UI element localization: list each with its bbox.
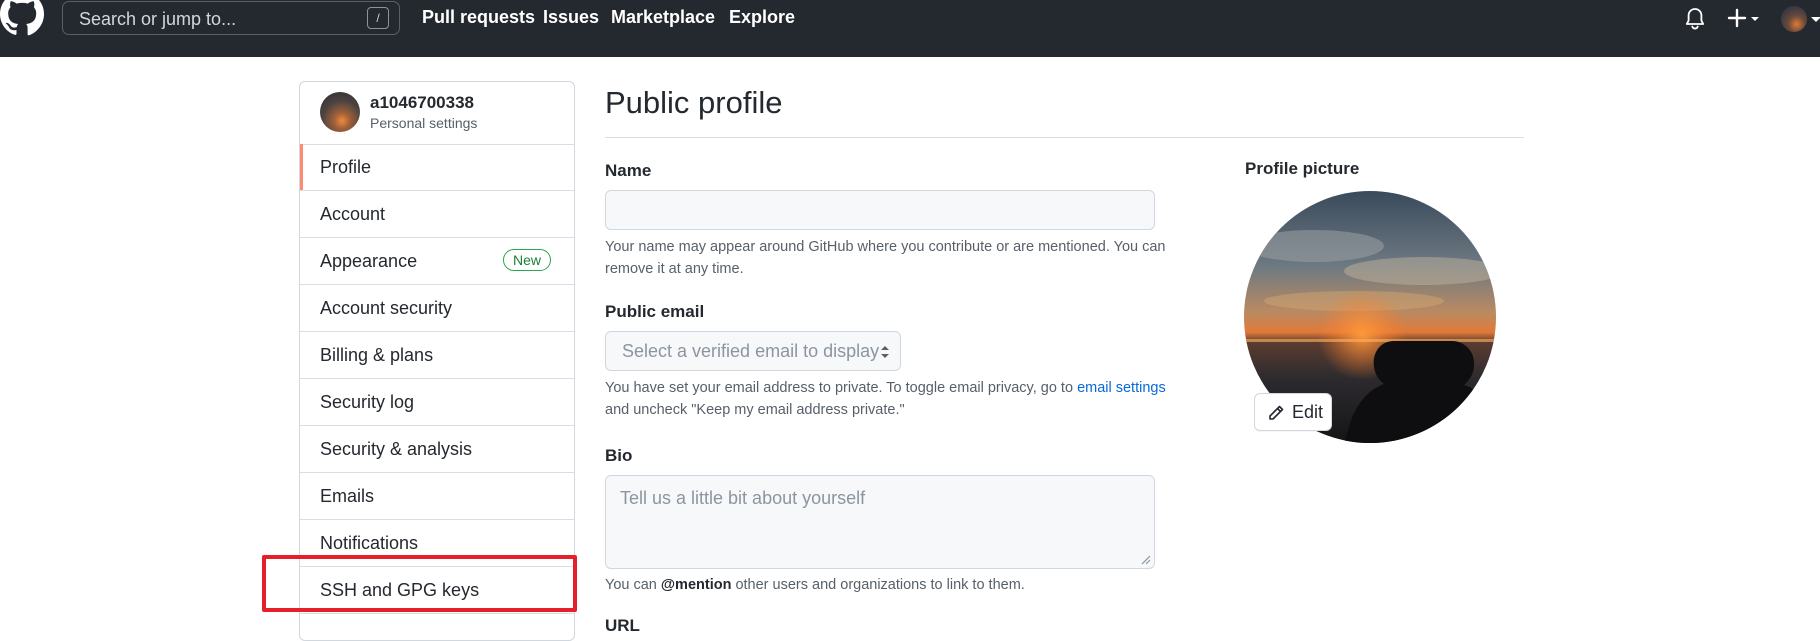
email-help-text: You have set your email address to priva… <box>605 377 1205 421</box>
select-placeholder: Select a verified email to display <box>622 341 880 361</box>
divider <box>605 137 1524 138</box>
bell-icon[interactable] <box>1684 7 1706 31</box>
avatar <box>1781 6 1807 32</box>
name-help-text: Your name may appear around GitHub where… <box>605 239 1166 277</box>
mention-text: @mention <box>660 577 732 593</box>
top-header: / Pull requests Issues Marketplace Explo… <box>0 0 1820 57</box>
sidebar-item-label: Billing & plans <box>320 345 434 365</box>
personal-settings-label: Personal settings <box>370 115 478 131</box>
username: a1046700338 <box>370 93 475 112</box>
nav-pull-requests[interactable]: Pull requests <box>422 7 535 28</box>
avatar <box>320 92 360 132</box>
sidebar-item-account-security[interactable]: Account security <box>300 285 574 332</box>
sidebar-item-label: Security & analysis <box>320 439 473 459</box>
bio-help-pre: You can <box>605 577 661 593</box>
create-new-menu[interactable] <box>1727 7 1767 31</box>
search-input[interactable] <box>77 5 381 33</box>
sidebar-item-security-analysis[interactable]: Security & analysis <box>300 426 574 473</box>
email-settings-link[interactable]: email settings <box>1077 380 1166 396</box>
user-menu[interactable] <box>1781 6 1820 32</box>
nav-issues[interactable]: Issues <box>543 7 599 28</box>
sidebar-item-appearance[interactable]: Appearance New <box>300 238 574 285</box>
name-field[interactable] <box>605 190 1155 230</box>
search-box[interactable]: / <box>62 1 400 35</box>
nav-explore[interactable]: Explore <box>729 7 795 28</box>
select-arrows-icon <box>881 346 889 358</box>
sidebar-item-label: Notifications <box>320 533 419 553</box>
sidebar-item-label: Profile <box>320 157 372 177</box>
edit-profile-picture-button[interactable]: Edit <box>1254 393 1332 431</box>
sidebar-item-label: Account security <box>320 298 453 318</box>
github-logo-icon[interactable] <box>0 0 44 40</box>
bio-help-text: You can @mention other users and organiz… <box>605 574 1205 596</box>
url-label: URL <box>605 616 640 635</box>
new-badge: New <box>503 249 552 271</box>
sidebar-item-billing[interactable]: Billing & plans <box>300 332 574 379</box>
email-help-pre: You have set your email address to priva… <box>605 380 1078 396</box>
bio-textarea[interactable] <box>605 475 1155 569</box>
caret-down-icon <box>1811 17 1820 22</box>
sidebar-item-label: Appearance <box>320 251 418 271</box>
highlight-annotation-box <box>262 555 577 612</box>
resize-grip-icon[interactable] <box>1141 555 1151 565</box>
edit-label: Edit <box>1292 402 1324 422</box>
sidebar-item-label: Account <box>320 204 386 224</box>
sidebar-item-label: Security log <box>320 392 415 412</box>
sidebar-item-profile[interactable]: Profile <box>300 144 574 191</box>
page-title: Public profile <box>605 85 783 120</box>
sidebar-item-label: Emails <box>320 486 375 506</box>
sidebar-user-header[interactable]: a1046700338 Personal settings <box>300 82 574 145</box>
public-email-label: Public email <box>605 302 705 321</box>
sidebar-item-account[interactable]: Account <box>300 191 574 238</box>
pencil-icon <box>1269 405 1284 420</box>
bio-label: Bio <box>605 446 633 465</box>
sidebar-item-security-log[interactable]: Security log <box>300 379 574 426</box>
plus-icon <box>1727 8 1759 28</box>
nav-marketplace[interactable]: Marketplace <box>611 7 715 28</box>
bio-help-post: other users and organizations to link to… <box>731 577 1025 593</box>
sidebar-item-emails[interactable]: Emails <box>300 473 574 520</box>
email-help-post: and uncheck "Keep my email address priva… <box>605 402 905 418</box>
public-email-select[interactable]: Select a verified email to display <box>605 331 901 371</box>
search-shortcut-key: / <box>367 7 389 29</box>
name-label: Name <box>605 161 652 180</box>
profile-picture-label: Profile picture <box>1245 159 1360 178</box>
